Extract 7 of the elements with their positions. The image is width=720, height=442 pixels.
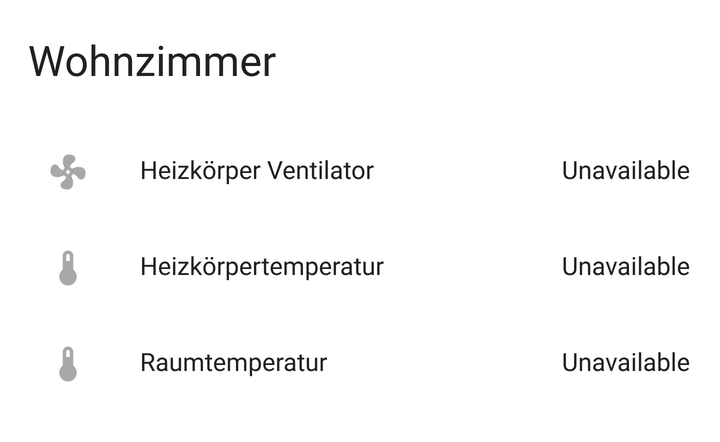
entity-state: Unavailable [562,156,690,188]
entity-name[interactable]: Raumtemperatur [140,345,328,383]
entity-name[interactable]: Heizkörpertemperatur [140,249,384,287]
entity-state: Unavailable [562,348,690,380]
entity-state: Unavailable [562,252,690,284]
card-title: Wohnzimmer [27,37,276,89]
entity-name[interactable]: Heizkörper Ventilator [140,153,374,191]
